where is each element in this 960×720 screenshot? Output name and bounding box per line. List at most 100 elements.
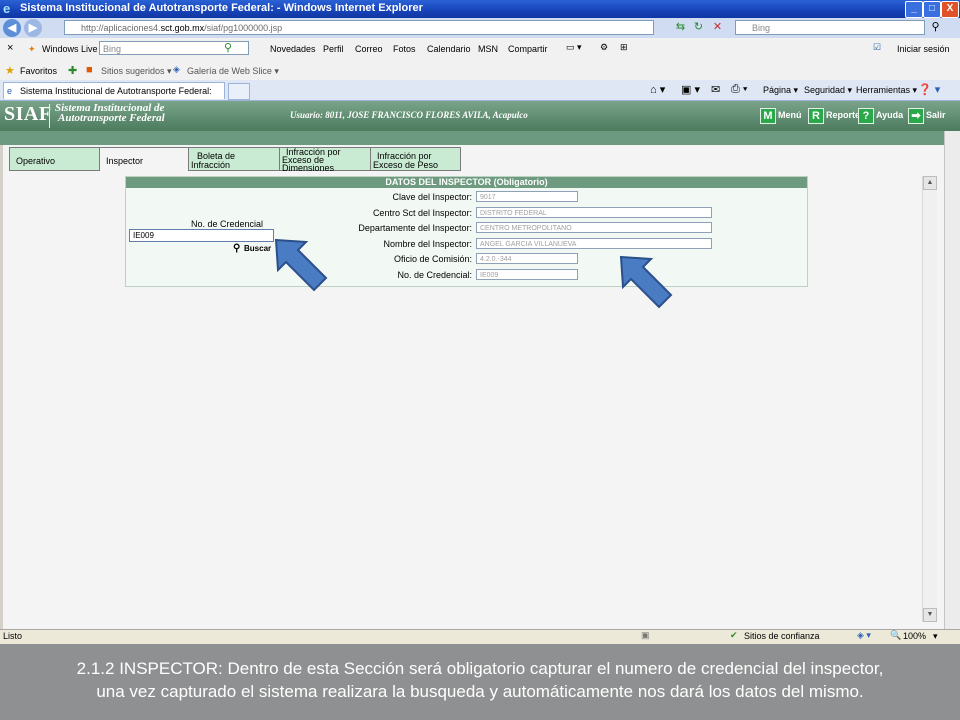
- help-label: Ayuda: [876, 110, 904, 120]
- search-icon[interactable]: ⚲: [929, 21, 942, 34]
- page-viewport: SIAF Sistema Institucional de Autotransp…: [0, 101, 960, 629]
- system-name: Sistema Institucional de Autotransporte …: [55, 103, 165, 124]
- page-scrollbar[interactable]: [944, 131, 960, 629]
- tools-menu[interactable]: Herramientas ▾: [856, 85, 917, 96]
- system-name-line2: Autotransporte Federal: [58, 112, 165, 124]
- address-bar-row: ◀ ▶ http://aplicaciones4.sct.gob.mx/siaf…: [0, 18, 960, 39]
- live-share-icon[interactable]: ⊞: [620, 42, 628, 53]
- browser-tab-siaf[interactable]: e Sistema Institucional de Autotransport…: [3, 82, 225, 99]
- zoom-level[interactable]: 100%: [903, 631, 926, 641]
- logo-divider: [49, 104, 50, 128]
- report-button[interactable]: R Reporte: [808, 107, 861, 124]
- page-menu[interactable]: Página ▾: [763, 85, 798, 96]
- tab-operativo[interactable]: Operativo: [9, 147, 100, 171]
- windows-live-label[interactable]: Windows Live: [42, 44, 98, 54]
- suggested-sites-link[interactable]: Sitios sugeridos ▾: [101, 66, 172, 77]
- status-zone-icon: ▣: [641, 630, 650, 640]
- field-label-clave: Clave del Inspector:: [392, 192, 472, 202]
- scroll-up-icon[interactable]: ▲: [923, 176, 937, 190]
- browser-tab-bar: e Sistema Institucional de Autotransport…: [0, 80, 960, 101]
- window-title-bar: e Sistema Institucional de Autotransport…: [0, 0, 960, 18]
- favorites-button[interactable]: Favoritos: [20, 66, 57, 76]
- compatibility-icon[interactable]: ⇆: [674, 21, 687, 34]
- field-label-centro: Centro Sct del Inspector:: [372, 208, 472, 218]
- stop-icon[interactable]: ✕: [711, 21, 724, 34]
- menu-label: Menú: [778, 110, 802, 120]
- add-favorite-icon[interactable]: ✚: [68, 64, 77, 77]
- window-title: Sistema Institucional de Autotransporte …: [20, 2, 423, 14]
- live-link-compartir[interactable]: Compartir: [508, 44, 548, 54]
- siaf-header: SIAF Sistema Institucional de Autotransp…: [0, 101, 960, 132]
- live-search-go-icon[interactable]: ⚲: [224, 41, 232, 54]
- tab-inspector[interactable]: Inspector: [99, 147, 189, 171]
- live-tools-icon[interactable]: ▭ ▾: [566, 42, 582, 53]
- url-path: /siaf/pg1000000.jsp: [204, 23, 283, 33]
- toolbar-close-icon[interactable]: ×: [7, 42, 13, 54]
- menu-button[interactable]: M Menú: [760, 107, 802, 124]
- scroll-down-icon[interactable]: ▼: [923, 608, 937, 622]
- home-icon[interactable]: ⌂ ▾: [650, 83, 665, 96]
- help-icon[interactable]: ❓ ▾: [918, 83, 940, 96]
- tab-title: Sistema Institucional de Autotransporte …: [20, 86, 212, 96]
- close-window-button[interactable]: X: [941, 1, 959, 18]
- status-bar: Listo ▣ ✔ Sitios de confianza ◈ ▾ 🔍 100%…: [0, 629, 960, 644]
- caption-line1: 2.1.2 INSPECTOR: Dentro de esta Sección …: [76, 659, 884, 678]
- tab-peso-line2: Exceso de Peso: [373, 160, 439, 170]
- slide-caption: 2.1.2 INSPECTOR: Dentro de esta Sección …: [0, 644, 960, 720]
- suggested-sites-icon: ■: [86, 64, 93, 76]
- exit-label: Salir: [926, 110, 946, 120]
- field-label-departamento: Departamente del Inspector:: [358, 223, 472, 233]
- tab-dim-line3: Dimensiones: [282, 163, 335, 173]
- signin-icon: ☑: [873, 42, 882, 52]
- annotation-arrow-left: [274, 238, 328, 292]
- web-slice-icon: ◈: [173, 64, 180, 74]
- field-value-clave: 9017: [476, 191, 578, 202]
- trusted-sites-label: Sitios de confianza: [744, 631, 820, 641]
- live-messenger-icon[interactable]: ⚙: [600, 42, 608, 53]
- help-question-icon: ?: [858, 107, 874, 124]
- mail-icon[interactable]: ✉: [711, 83, 720, 96]
- windows-live-logo-icon: ✦: [28, 44, 36, 54]
- caption-line2: una vez capturado el sistema realizara l…: [96, 682, 864, 701]
- refresh-icon[interactable]: ↻: [692, 21, 705, 34]
- trusted-sites-check-icon: ✔: [730, 630, 738, 640]
- favorites-star-icon: ★: [5, 65, 15, 77]
- web-slice-gallery-link[interactable]: Galería de Web Slice ▾: [187, 66, 279, 77]
- tab-boleta-line2: Infracción: [191, 160, 231, 170]
- live-link-correo[interactable]: Correo: [355, 44, 383, 54]
- tab-exceso-dimensiones[interactable]: Infracción por Exceso de Dimensiones: [279, 147, 371, 173]
- live-link-msn[interactable]: MSN: [478, 44, 498, 54]
- help-button[interactable]: ? Ayuda: [858, 107, 904, 124]
- url-prefix: http://aplicaciones4.: [81, 23, 161, 33]
- live-link-novedades[interactable]: Novedades: [270, 44, 316, 54]
- signin-link[interactable]: Iniciar sesión: [897, 44, 950, 54]
- content-scrollbar[interactable]: ▲ ▼: [922, 176, 937, 622]
- status-text: Listo: [3, 631, 23, 641]
- address-input[interactable]: http://aplicaciones4.sct.gob.mx/siaf/pg1…: [64, 20, 654, 35]
- zoom-icon: 🔍: [890, 630, 902, 640]
- exit-arrow-icon: ➡: [908, 107, 924, 124]
- browser-search-input[interactable]: Bing: [735, 20, 925, 35]
- maximize-button[interactable]: □: [923, 1, 941, 18]
- protected-mode-icon[interactable]: ◈ ▾: [857, 630, 871, 641]
- forward-arrow-icon[interactable]: ▶: [24, 19, 42, 37]
- security-menu[interactable]: Seguridad ▾: [804, 85, 852, 96]
- report-label: Reporte: [826, 110, 861, 120]
- tab-exceso-peso[interactable]: Infracción por Exceso de Peso: [370, 147, 461, 171]
- live-link-calendario[interactable]: Calendario: [427, 44, 471, 54]
- ie-logo-icon: e: [3, 1, 11, 16]
- tab-boleta-infraccion[interactable]: Boleta de Infracción: [188, 147, 280, 171]
- content-area: Operativo Inspector Boleta de Infracción…: [3, 145, 944, 629]
- field-value-oficio: 4.2.0.-344: [476, 253, 578, 264]
- new-tab-button[interactable]: [228, 83, 250, 100]
- live-link-fotos[interactable]: Fotos: [393, 44, 416, 54]
- print-icon[interactable]: ⎙ ▾: [731, 83, 747, 96]
- tab-inspector-label: Inspector: [106, 156, 144, 166]
- zoom-dropdown-icon[interactable]: ▾: [933, 631, 938, 642]
- exit-button[interactable]: ➡ Salir: [908, 107, 946, 124]
- minimize-button[interactable]: _: [905, 1, 923, 18]
- section-bar: [0, 131, 944, 145]
- back-arrow-icon[interactable]: ◀: [3, 19, 21, 37]
- live-link-perfil[interactable]: Perfil: [323, 44, 344, 54]
- feeds-icon[interactable]: ▣ ▾: [681, 83, 700, 96]
